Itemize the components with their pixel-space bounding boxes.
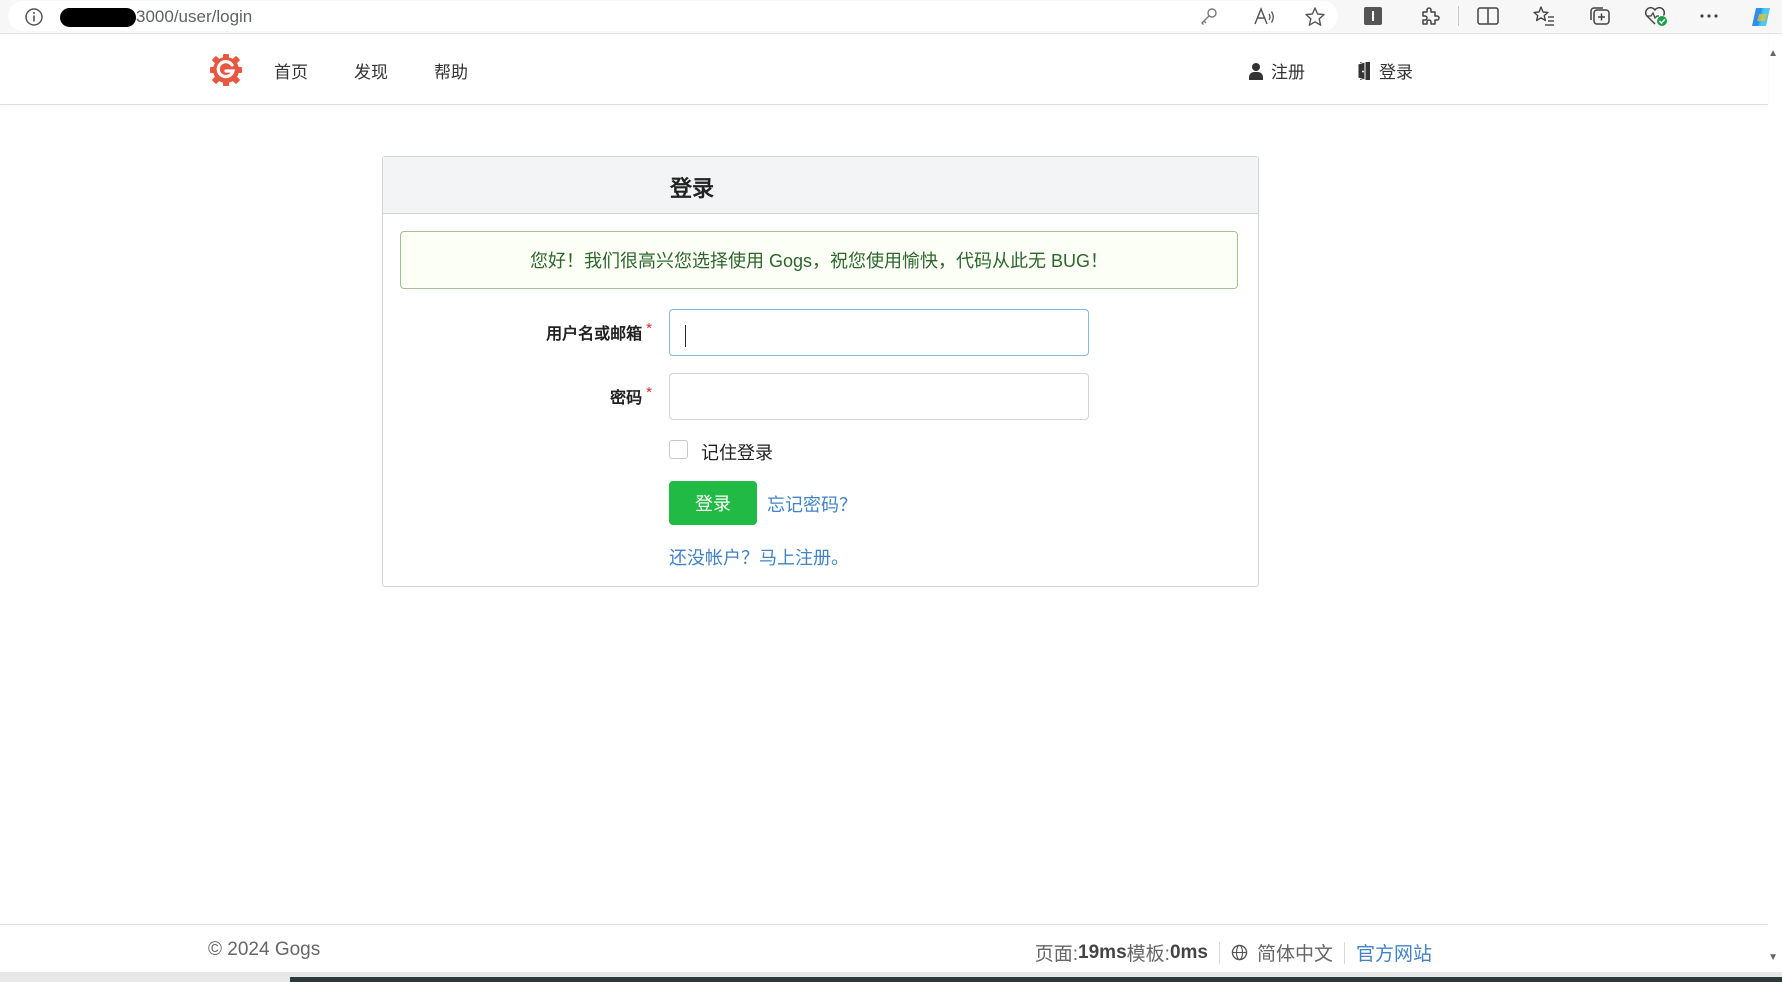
required-mark: * — [646, 384, 652, 401]
password-input[interactable] — [669, 373, 1089, 420]
address-bar[interactable]: 3000/user/login — [8, 1, 1338, 31]
gogs-logo-icon[interactable] — [209, 53, 243, 87]
username-label: 用户名或邮箱 * — [546, 320, 652, 344]
nav-explore[interactable]: 发现 — [354, 58, 388, 83]
username-input[interactable] — [669, 309, 1089, 356]
signup-link[interactable]: 还没帐户？马上注册。 — [669, 544, 849, 570]
collections-icon[interactable] — [1588, 5, 1612, 27]
login-title: 登录 — [670, 176, 715, 201]
nav-help[interactable]: 帮助 — [434, 58, 468, 83]
taskbar-strip — [290, 977, 1782, 982]
template-time-value: 0ms — [1169, 941, 1208, 963]
welcome-message: 您好！我们很高兴您选择使用 Gogs，祝您使用愉快，代码从此无 BUG！ — [400, 231, 1238, 289]
footer-stats: 页面: 19ms 模板: 0ms 简体中文 官方网站 — [1035, 939, 1432, 966]
footer-divider — [1218, 941, 1220, 964]
browser-essentials-icon[interactable] — [1643, 5, 1669, 27]
page-footer: © 2024 Gogs 页面: 19ms 模板: 0ms 简体中文 官方网站 — [0, 924, 1768, 973]
forgot-password-link[interactable]: 忘记密码？ — [767, 491, 857, 517]
sign-in-icon — [1356, 60, 1372, 81]
footer-divider — [1343, 941, 1345, 964]
copyright-text: © 2024 Gogs — [208, 939, 321, 960]
read-aloud-icon[interactable] — [1252, 6, 1276, 28]
login-card-header: 登录 — [383, 157, 1258, 214]
nav-home[interactable]: 首页 — [274, 58, 308, 83]
required-mark: * — [646, 320, 652, 337]
extension-i-icon[interactable] — [1362, 5, 1384, 27]
text-caret — [685, 325, 686, 347]
password-label: 密码 * — [610, 384, 652, 408]
login-card: 登录 您好！我们很高兴您选择使用 Gogs，祝您使用愉快，代码从此无 BUG！ … — [382, 156, 1259, 587]
register-label: 注册 — [1271, 63, 1305, 82]
official-site-link[interactable]: 官方网站 — [1356, 939, 1432, 966]
browser-toolbar: 3000/user/login — [0, 0, 1782, 34]
url-text[interactable]: 3000/user/login — [136, 7, 252, 27]
more-menu-icon[interactable] — [1698, 5, 1720, 27]
favorite-star-icon[interactable] — [1304, 6, 1326, 28]
split-screen-icon[interactable] — [1476, 5, 1500, 27]
page-time-label: 页面: — [1034, 944, 1079, 965]
key-icon[interactable] — [1198, 6, 1220, 28]
login-submit-button[interactable]: 登录 — [669, 481, 757, 525]
template-time-label: 模板: — [1126, 944, 1170, 965]
remember-checkbox[interactable] — [669, 440, 688, 459]
globe-icon — [1231, 944, 1248, 961]
page-time-value: 19ms — [1078, 941, 1127, 963]
username-label-text: 用户名或邮箱 — [546, 326, 643, 343]
copilot-icon[interactable] — [1748, 5, 1774, 29]
login-label: 登录 — [1379, 63, 1413, 82]
user-icon — [1248, 62, 1264, 80]
toolbar-divider — [1458, 6, 1459, 26]
register-link[interactable]: 注册 — [1248, 58, 1305, 83]
site-header: 首页 发现 帮助 注册 登录 — [0, 34, 1768, 105]
password-label-text: 密码 — [610, 390, 643, 407]
site-info-icon[interactable] — [24, 7, 44, 27]
scroll-up-arrow-icon[interactable]: ▲ — [1768, 48, 1778, 59]
scroll-down-arrow-icon[interactable]: ▼ — [1768, 952, 1778, 963]
remember-label[interactable]: 记住登录 — [701, 439, 773, 465]
redacted-host — [60, 8, 136, 27]
favorites-list-icon[interactable] — [1532, 5, 1556, 27]
language-selector[interactable]: 简体中文 — [1257, 939, 1333, 966]
login-link[interactable]: 登录 — [1356, 58, 1413, 83]
extensions-puzzle-icon[interactable] — [1418, 5, 1442, 29]
